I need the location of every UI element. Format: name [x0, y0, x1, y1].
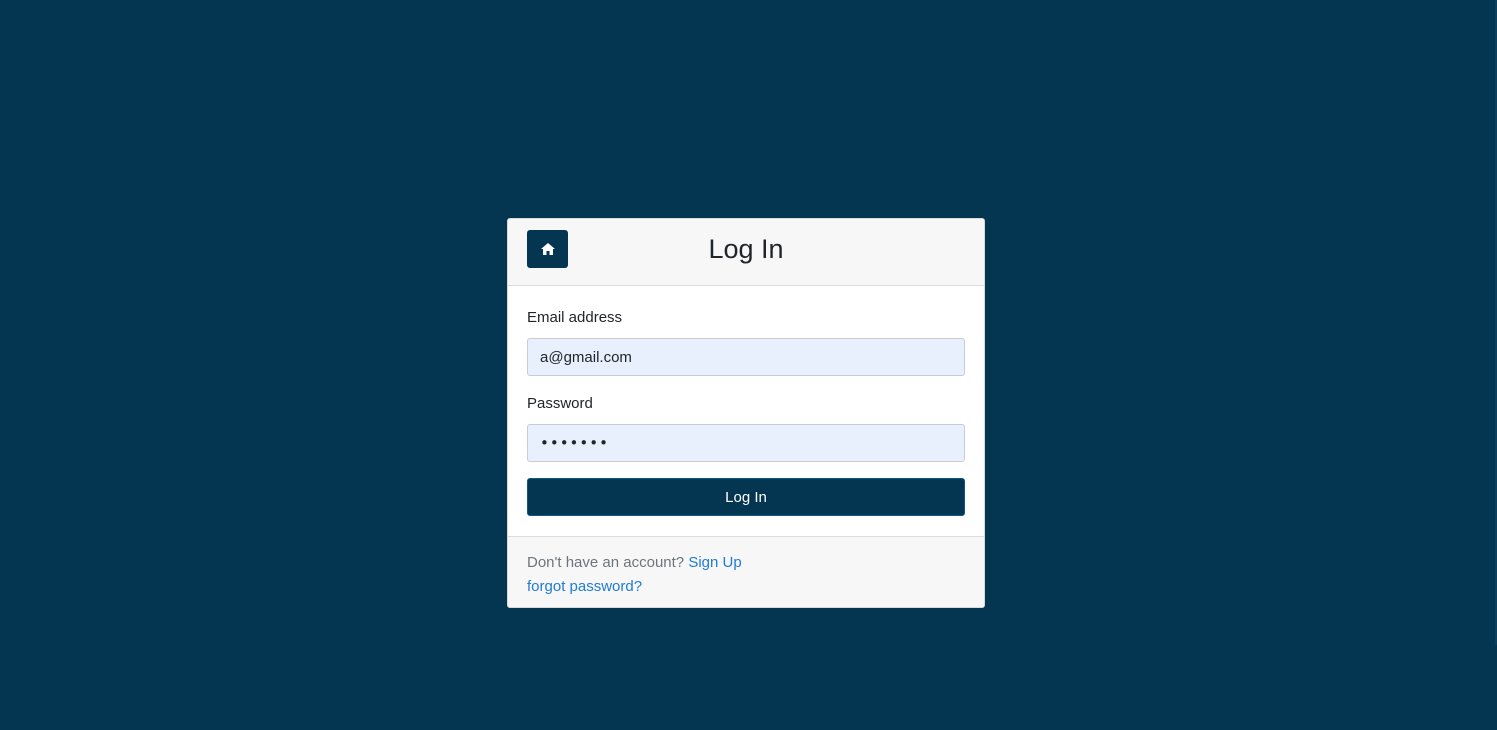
password-field[interactable] — [527, 424, 965, 462]
login-card: Log In Email address Password Log In Don… — [507, 218, 985, 608]
page-title: Log In — [708, 234, 784, 264]
forgot-password-link[interactable]: forgot password? — [527, 578, 642, 595]
email-field[interactable] — [527, 338, 965, 376]
signup-link[interactable]: Sign Up — [688, 554, 741, 571]
page-background: Log In Email address Password Log In Don… — [0, 0, 1497, 730]
login-form: Email address Password Log In — [508, 286, 984, 536]
email-label: Email address — [527, 309, 623, 326]
card-footer: Don't have an account? Sign Up forgot pa… — [508, 536, 984, 607]
signup-row: Don't have an account? Sign Up — [527, 551, 965, 575]
email-group: Email address — [527, 308, 965, 376]
signup-prompt: Don't have an account? — [527, 554, 685, 571]
forgot-row: forgot password? — [527, 575, 965, 599]
card-header: Log In — [508, 219, 984, 286]
login-button[interactable]: Log In — [527, 478, 965, 516]
password-group: Password — [527, 394, 965, 462]
password-label: Password — [527, 395, 593, 412]
